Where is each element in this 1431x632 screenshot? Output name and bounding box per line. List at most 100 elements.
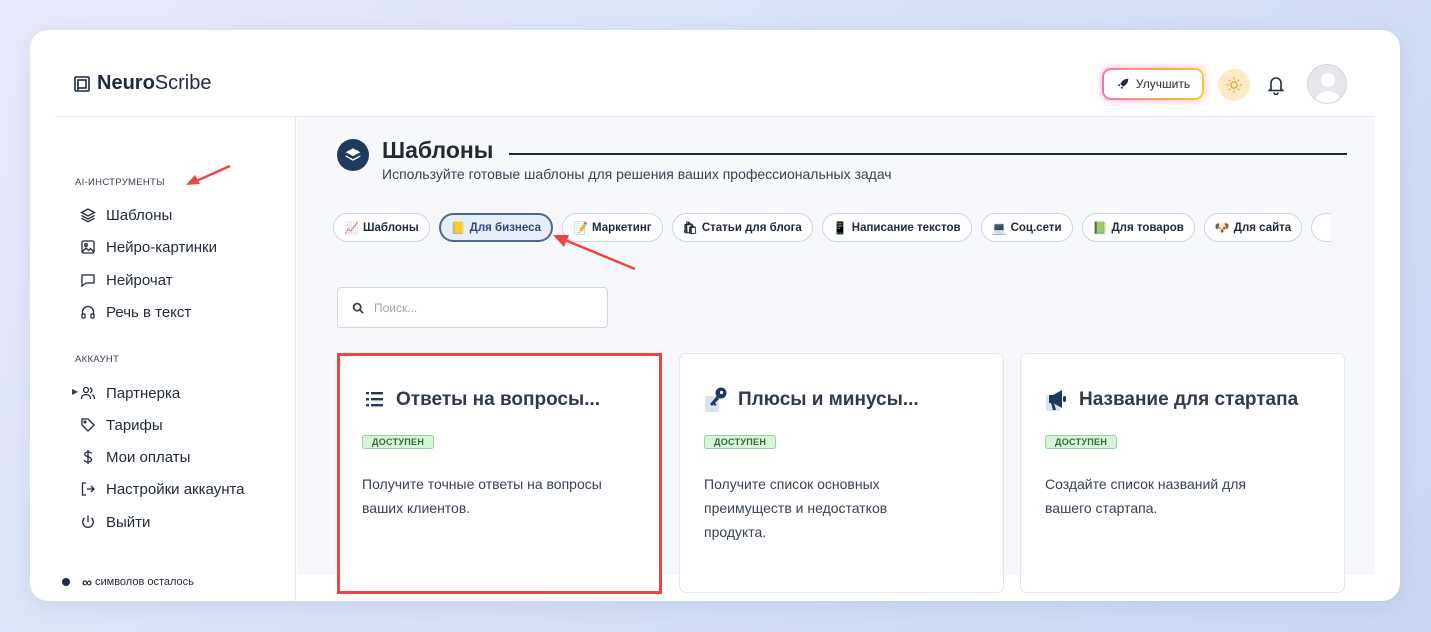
layers-title-icon xyxy=(337,139,369,171)
chip-business[interactable]: 📒 Для бизнеса xyxy=(438,213,554,242)
sidebar-section-tools: AI-ИНСТРУМЕНТЫ xyxy=(75,177,165,188)
app-window: Neuro Scribe Улучшить AI-ИНСТРУМЕНТЫ Шаб… xyxy=(30,30,1400,601)
chip-label: Шаблоны xyxy=(362,221,419,234)
document-icon xyxy=(74,75,90,92)
layers-icon xyxy=(80,208,96,223)
book-icon: 📗 xyxy=(1092,220,1108,235)
chip-website[interactable]: 🐶 Для сайта xyxy=(1203,213,1303,242)
sidebar-item-label: Партнерка xyxy=(106,384,181,402)
users-icon xyxy=(80,386,96,400)
chat-icon xyxy=(81,274,95,288)
dog-icon: 🐶 xyxy=(1214,220,1230,235)
card-description: Получите точные ответы на вопросы ваших … xyxy=(362,476,602,516)
dollar-icon xyxy=(83,450,93,464)
card-title: Плюсы и минусы... xyxy=(704,386,919,414)
logo[interactable]: Neuro Scribe xyxy=(73,72,212,95)
card-description: Создайте список названий для вашего стар… xyxy=(1045,476,1246,516)
search-icon xyxy=(352,302,364,314)
chip-more[interactable] xyxy=(1311,213,1332,242)
sidebar-item-label: Тарифы xyxy=(106,416,163,434)
sidebar-section-account: АККАУНТ xyxy=(75,354,120,365)
card-title-text: Плюсы и минусы... xyxy=(738,389,919,410)
memo-icon: 📝 xyxy=(573,220,588,235)
sidebar-item-partners[interactable]: Партнерка xyxy=(80,382,180,404)
sidebar-item-tariffs[interactable]: Тарифы xyxy=(80,414,163,436)
sidebar-item-label: Нейро-картинки xyxy=(106,238,217,256)
chip-label: Для бизнеса xyxy=(469,221,542,234)
sidebar-item-neuro-images[interactable]: Нейро-картинки xyxy=(80,236,217,258)
ledger-icon: 📒 xyxy=(450,220,466,235)
upgrade-label: Улучшить xyxy=(1135,77,1191,91)
chip-marketing[interactable]: 📝 Маркетинг xyxy=(562,213,663,242)
phone-icon: 📱 xyxy=(832,220,848,235)
page-subtitle: Используйте готовые шаблоны для решения … xyxy=(382,166,892,182)
laptop-icon: 💻 xyxy=(991,220,1007,235)
status-badge: ДОСТУПЕН xyxy=(1045,435,1118,449)
chip-copywriting[interactable]: 📱 Написание текстов xyxy=(821,213,972,242)
page-title: Шаблоны xyxy=(382,137,494,163)
chip-products[interactable]: 📗 Для товаров xyxy=(1081,213,1195,242)
user-avatar-icon xyxy=(1314,73,1342,103)
credits-symbol: ∞ xyxy=(82,574,92,590)
template-card-startup-name[interactable]: Название для стартапа ДОСТУПЕН Создайте … xyxy=(1020,353,1345,593)
sidebar-item-logout[interactable]: Выйти xyxy=(80,511,150,533)
list-icon xyxy=(362,386,388,414)
shopping-bags-icon: 🛍 xyxy=(682,220,698,235)
card-title: Ответы на вопросы... xyxy=(362,386,600,414)
sidebar-item-label: Нейрочат xyxy=(106,271,173,289)
headphones-icon xyxy=(81,305,95,319)
card-description: Получите список основных преимуществ и н… xyxy=(704,476,888,540)
status-dot xyxy=(62,578,70,586)
login-icon xyxy=(81,482,95,496)
power-icon xyxy=(82,515,94,528)
sidebar-item-speech-to-text[interactable]: Речь в текст xyxy=(80,301,191,323)
sidebar-item-label: Речь в текст xyxy=(106,303,192,321)
key-icon xyxy=(704,386,730,414)
chip-label: Статьи для блога xyxy=(701,221,802,234)
card-title-text: Название для стартапа xyxy=(1079,389,1299,410)
sidebar-item-label: Выйти xyxy=(106,513,151,531)
credits-label: символов осталось xyxy=(94,576,194,588)
sidebar-item-neurochat[interactable]: Нейрочат xyxy=(80,269,173,291)
chip-label: Написание текстов xyxy=(851,221,961,234)
main-content: Шаблоны Используйте готовые шаблоны для … xyxy=(297,117,1375,594)
sidebar-item-templates[interactable]: Шаблоны xyxy=(80,204,172,226)
chip-blog-articles[interactable]: 🛍 Статьи для блога xyxy=(671,213,813,242)
megaphone-icon xyxy=(1045,386,1071,414)
chip-templates[interactable]: 📈 Шаблоны xyxy=(333,213,430,242)
chart-icon: 📈 xyxy=(344,220,359,235)
image-icon xyxy=(81,240,95,254)
card-title: Название для стартапа xyxy=(1045,386,1298,414)
template-card-faq[interactable]: Ответы на вопросы... ДОСТУПЕН Получите т… xyxy=(337,353,662,594)
search-input[interactable] xyxy=(374,300,594,315)
category-chips: 📈 Шаблоны 📒 Для бизнеса 📝 Маркетинг 🛍 Статьи… xyxy=(333,213,1332,242)
sidebar-item-account-settings[interactable]: Настройки аккаунта xyxy=(80,478,245,500)
sidebar-item-payments[interactable]: Мои оплаты xyxy=(80,446,190,468)
sidebar-item-label: Шаблоны xyxy=(106,206,173,224)
upgrade-button[interactable]: Улучшить xyxy=(1102,68,1204,100)
credits-remaining: ∞ символов осталось xyxy=(62,574,194,590)
notifications-button[interactable] xyxy=(1265,73,1287,97)
template-card-pros-cons[interactable]: Плюсы и минусы... ДОСТУПЕН Получите спис… xyxy=(679,353,1004,593)
avatar[interactable] xyxy=(1307,64,1347,104)
rocket-icon xyxy=(1117,78,1129,90)
search-box[interactable] xyxy=(337,287,608,328)
theme-toggle[interactable] xyxy=(1218,69,1250,101)
chip-social[interactable]: 💻 Соц.сети xyxy=(980,213,1073,242)
chip-label: Соц.сети xyxy=(1010,221,1062,234)
status-badge: ДОСТУПЕН xyxy=(362,435,435,449)
sun-icon xyxy=(1226,77,1242,93)
chip-label: Маркетинг xyxy=(592,221,652,234)
chip-label: Для товаров xyxy=(1111,221,1184,234)
sidebar: AI-ИНСТРУМЕНТЫ Шаблоны Нейро-картинки Не… xyxy=(55,117,296,601)
logo-light: Scribe xyxy=(154,72,212,94)
top-header: Neuro Scribe Улучшить xyxy=(30,30,1400,116)
tag-icon xyxy=(81,418,95,432)
expand-caret-icon[interactable]: ▶ xyxy=(72,387,78,396)
sidebar-item-label: Настройки аккаунта xyxy=(106,480,245,498)
bell-icon xyxy=(1267,77,1285,95)
status-badge: ДОСТУПЕН xyxy=(704,435,777,449)
title-divider xyxy=(509,153,1347,155)
logo-bold: Neuro xyxy=(97,72,155,94)
card-title-text: Ответы на вопросы... xyxy=(396,389,601,410)
